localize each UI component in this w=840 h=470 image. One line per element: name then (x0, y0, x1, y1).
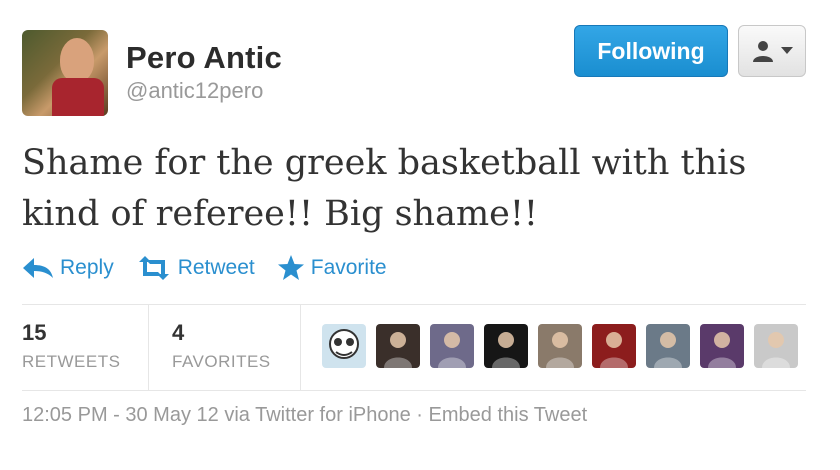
favorites-count: 4 (172, 320, 185, 345)
tweet-footer: 12:05 PM - 30 May 12 via Twitter for iPh… (22, 404, 587, 427)
retweets-stat[interactable]: 15 RETWEETS (22, 320, 120, 372)
tweet-actions: Reply Retweet Favorite (22, 253, 409, 283)
reply-label: Reply (60, 256, 114, 279)
retweet-action[interactable]: Retweet (136, 256, 255, 280)
star-icon (277, 255, 304, 280)
avatar-cartoon-1[interactable] (322, 324, 366, 368)
reply-action[interactable]: Reply (22, 256, 114, 280)
favorites-stat[interactable]: 4 FAVORITES (172, 320, 271, 372)
avatar-photo-6[interactable] (592, 324, 636, 368)
divider-top (22, 304, 806, 305)
avatar-photo-9[interactable] (754, 324, 798, 368)
author-handle[interactable]: @antic12pero (126, 78, 263, 104)
favoriters-avatars (322, 324, 798, 368)
retweets-label: RETWEETS (22, 352, 121, 371)
avatar-photo-8[interactable] (700, 324, 744, 368)
tweet-source: via Twitter for iPhone (224, 404, 411, 426)
retweets-count: 15 (22, 320, 47, 345)
retweet-label: Retweet (177, 256, 255, 279)
retweet-icon (138, 256, 169, 280)
caret-down-icon (781, 47, 793, 54)
favorite-label: Favorite (310, 256, 387, 279)
avatar-photo-3[interactable] (430, 324, 474, 368)
favorites-label: FAVORITES (172, 352, 271, 371)
tweet-text: Shame for the greek basketball with this… (22, 143, 747, 234)
user-actions-button[interactable] (738, 25, 806, 77)
user-icon (753, 41, 773, 62)
avatar-photo-4[interactable] (484, 324, 528, 368)
avatar-photo-5[interactable] (538, 324, 582, 368)
reply-icon (23, 258, 53, 278)
divider-bottom (22, 390, 806, 391)
author-name[interactable]: Pero Antic (126, 40, 282, 76)
avatar-photo-2[interactable] (376, 324, 420, 368)
following-button[interactable]: Following (574, 25, 728, 77)
stat-separator (148, 305, 149, 391)
avatar-jersey (52, 78, 104, 116)
stat-separator (300, 305, 301, 391)
embed-tweet-link[interactable]: Embed this Tweet (429, 404, 588, 426)
favorite-action[interactable]: Favorite (277, 255, 387, 281)
avatar-head (60, 38, 94, 82)
footer-separator: · (416, 404, 423, 426)
avatar-photo-7[interactable] (646, 324, 690, 368)
tweet-timestamp[interactable]: 12:05 PM - 30 May 12 (22, 404, 219, 426)
author-avatar[interactable] (22, 30, 108, 116)
